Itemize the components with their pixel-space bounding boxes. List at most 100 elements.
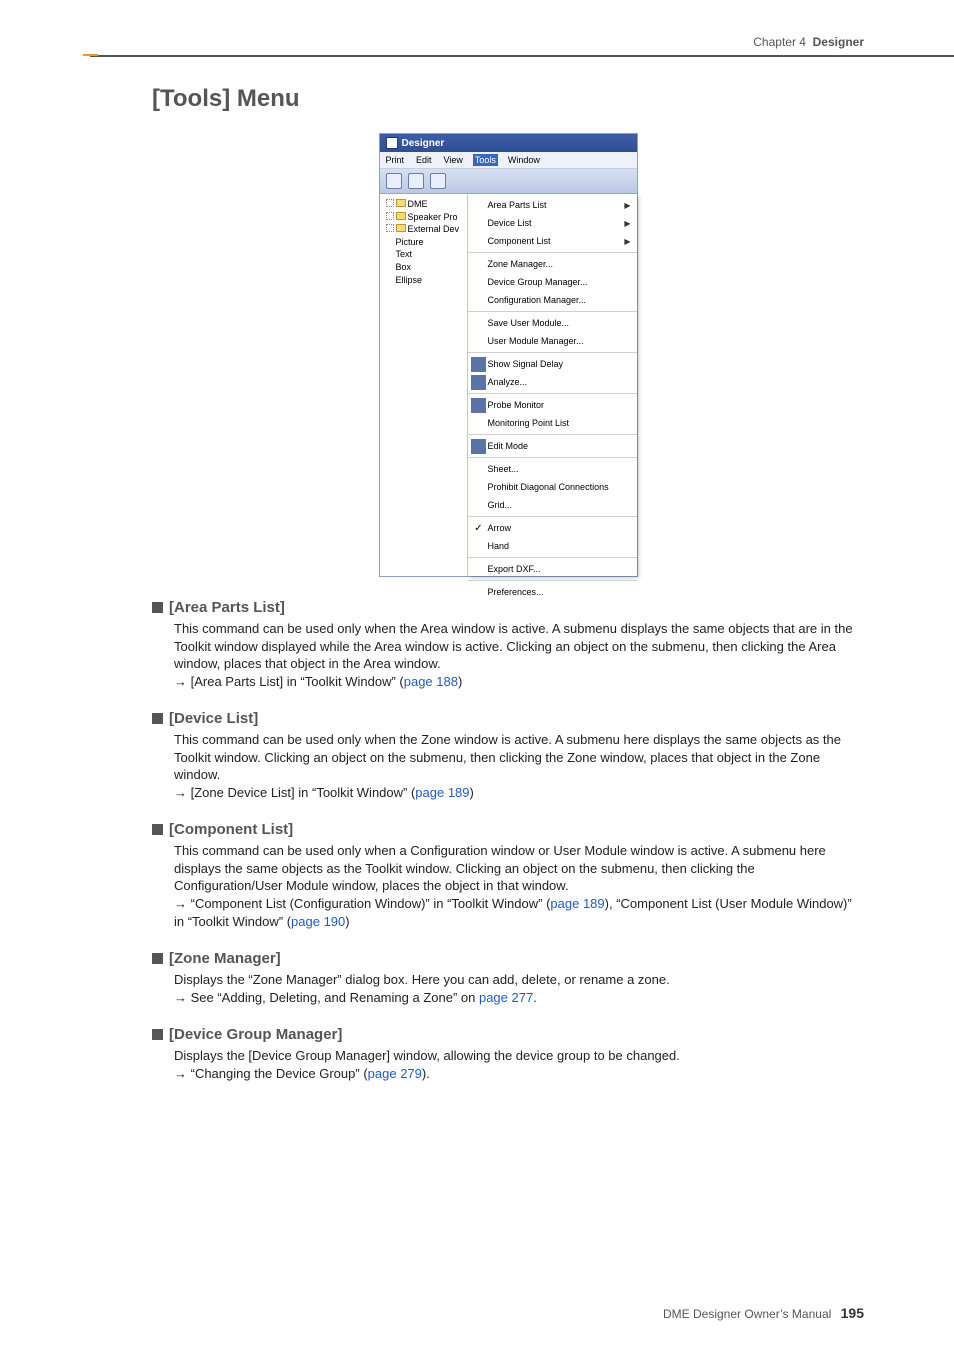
tree-speaker-pro[interactable]: Speaker Pro [408,212,458,222]
menu-item[interactable]: Device Group Manager... [468,273,637,291]
menu-item-label: Show Signal Delay [488,359,631,369]
menu-item-label: Configuration Manager... [488,295,631,305]
check-icon: ✓ [474,523,482,534]
menu-item[interactable]: User Module Manager... [468,332,637,350]
toolbar-btn-3[interactable] [430,173,446,189]
section-title: [Device List] [169,710,258,727]
menu-item-icon [471,357,486,372]
menu-item-label: Export DXF... [488,564,631,574]
toolbar-btn-1[interactable] [386,173,402,189]
menu-item-label: Zone Manager... [488,259,631,269]
bullet-icon [152,1029,163,1040]
menu-print[interactable]: Print [384,154,407,166]
tree-root[interactable]: DME [408,199,428,209]
menu-item[interactable]: Show Signal Delay [468,355,637,373]
ref-suffix: ) [470,785,474,800]
menu-item[interactable]: Probe Monitor [468,396,637,414]
section-body-text: Displays the “Zone Manager” dialog box. … [174,972,670,987]
tree-external-dev[interactable]: External Dev [408,224,460,234]
menu-window[interactable]: Window [506,154,542,166]
menu-item[interactable]: Area Parts List▶ [468,196,637,214]
bullet-icon [152,953,163,964]
menu-item-label: Device List [488,218,625,228]
menu-item[interactable]: Component List▶ [468,232,637,250]
page-link[interactable]: page 277 [479,990,533,1005]
bullet-icon [152,602,163,613]
menu-item[interactable]: Sheet... [468,460,637,478]
ref-suffix: . [533,990,537,1005]
ref-prefix: → [Area Parts List] in “Toolkit Window” … [174,674,404,689]
page-link[interactable]: page 190 [291,914,345,929]
designer-menubar: Print Edit View Tools Window [380,152,637,169]
section-title: [Area Parts List] [169,599,285,616]
menu-item[interactable]: Export DXF... [468,560,637,578]
menu-item[interactable]: Analyze... [468,373,637,391]
page-link[interactable]: page 189 [550,896,604,911]
menu-view[interactable]: View [442,154,465,166]
ref-prefix: → “Changing the Device Group” ( [174,1066,368,1081]
tree-ellipse[interactable]: Ellipse [396,275,423,285]
menu-item[interactable]: Preferences... [468,583,637,601]
menu-item-label: Prohibit Diagonal Connections [488,482,631,492]
menu-item[interactable]: ✓ Arrow [468,519,637,537]
menu-item-label: Preferences... [488,587,631,597]
menu-item-label: Monitoring Point List [488,418,631,428]
menu-item[interactable]: Save User Module... [468,314,637,332]
toolbar-btn-2[interactable] [408,173,424,189]
bullet-icon [152,824,163,835]
page-title: [Tools] Menu [152,85,864,113]
section-device-list: [Device List] This command can be used o… [152,710,864,801]
menu-item[interactable]: Configuration Manager... [468,291,637,309]
designer-tree: DME Speaker Pro External Dev Picture Tex… [380,194,468,576]
page-link[interactable]: page 189 [415,785,469,800]
menu-item[interactable]: Monitoring Point List [468,414,637,432]
menu-item[interactable]: Prohibit Diagonal Connections [468,478,637,496]
menu-item-icon [471,375,486,390]
ref-suffix: ) [458,674,462,689]
menu-edit[interactable]: Edit [414,154,434,166]
section-component-list: [Component List] This command can be use… [152,821,864,930]
page-link[interactable]: page 279 [368,1066,422,1081]
menu-item-label: Analyze... [488,377,631,387]
tree-box[interactable]: Box [396,262,412,272]
menu-item-label: Sheet... [488,464,631,474]
accent-line [83,54,98,56]
menu-item[interactable]: Zone Manager... [468,255,637,273]
chapter-title: Designer [813,35,864,49]
chapter-label: Chapter 4 [753,35,806,49]
section-title: [Device Group Manager] [169,1026,342,1043]
section-body-text: This command can be used only when a Con… [174,843,826,893]
section-title: [Zone Manager] [169,950,281,967]
menu-tools[interactable]: Tools [473,154,498,166]
section-device-group-manager: [Device Group Manager] Displays the [Dev… [152,1026,864,1082]
menu-item[interactable]: Edit Mode [468,437,637,455]
menu-item-label: Edit Mode [488,441,631,451]
page-header: Chapter 4 Designer [0,0,954,49]
submenu-arrow-icon: ▶ [624,219,630,228]
footer-page-number: 195 [841,1305,864,1321]
menu-item-label: Arrow [488,523,631,533]
menu-item-label: Grid... [488,500,631,510]
menu-item[interactable]: Device List▶ [468,214,637,232]
tree-picture[interactable]: Picture [396,237,424,247]
page-footer: DME Designer Owner’s Manual 195 [663,1305,864,1321]
ref-prefix: → See “Adding, Deleting, and Renaming a … [174,990,479,1005]
designer-toolbar [380,169,637,194]
footer-manual: DME Designer Owner’s Manual [663,1307,831,1321]
menu-item-label: Hand [488,541,631,551]
tree-text[interactable]: Text [396,249,413,259]
designer-titlebar: Designer [380,134,637,152]
menu-item[interactable]: Grid... [468,496,637,514]
page-link[interactable]: page 188 [404,674,458,689]
menu-item-label: Device Group Manager... [488,277,631,287]
designer-window-title: Designer [402,138,445,149]
app-icon [386,137,398,149]
menu-item[interactable]: Hand [468,537,637,555]
tools-dropdown: Area Parts List▶Device List▶Component Li… [468,194,637,576]
bullet-icon [152,713,163,724]
submenu-arrow-icon: ▶ [624,201,630,210]
menu-item-label: Probe Monitor [488,400,631,410]
ref-prefix: → [Zone Device List] in “Toolkit Window”… [174,785,415,800]
section-area-parts-list: [Area Parts List] This command can be us… [152,599,864,690]
menu-item-label: User Module Manager... [488,336,631,346]
